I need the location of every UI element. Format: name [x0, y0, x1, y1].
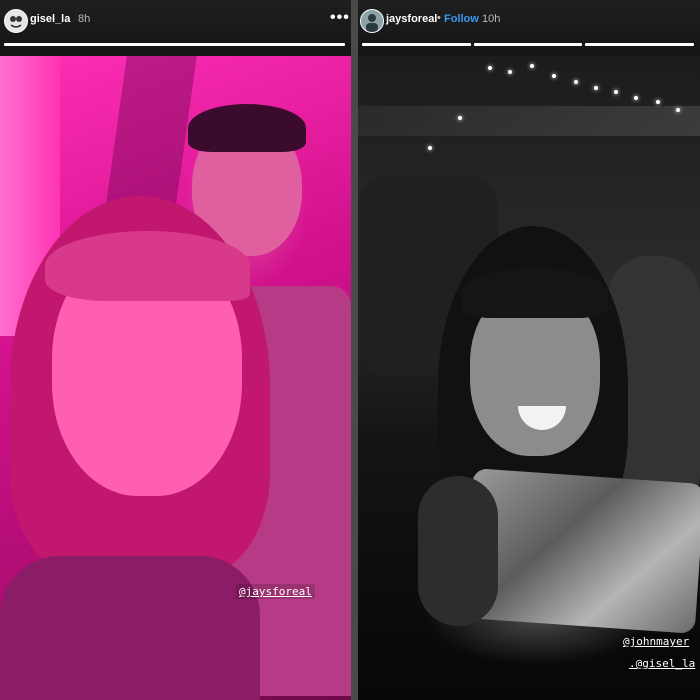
story-photo[interactable]: @jaysforeal	[0, 56, 351, 700]
story-right[interactable]: jaysforeal • Follow 10h @johnmayer .@gis…	[358, 0, 700, 700]
phone-case	[463, 468, 700, 634]
woman-top	[0, 556, 260, 700]
stage-light	[552, 74, 556, 78]
mention-tag[interactable]: @jaysforeal	[236, 584, 315, 599]
timestamp: 8h	[78, 13, 91, 25]
stage-light	[508, 70, 512, 74]
stage-light	[656, 100, 660, 104]
avatar[interactable]	[360, 9, 384, 33]
username[interactable]: gisel_la	[30, 13, 70, 25]
balcony-railing	[358, 106, 700, 136]
story-header: jaysforeal • Follow 10h	[358, 0, 700, 56]
story-left[interactable]: gisel_la 8h ••• @jaysforeal	[0, 0, 351, 700]
separator-dot: •	[437, 12, 441, 24]
more-icon[interactable]: •••	[330, 9, 350, 27]
man-hair	[188, 104, 306, 152]
timestamp: 10h	[482, 13, 501, 25]
username[interactable]: jaysforeal	[386, 13, 437, 25]
mention-tag[interactable]: .@gisel_la	[626, 656, 699, 671]
hand	[418, 476, 498, 626]
progress-segment	[585, 43, 695, 46]
progress-segment	[362, 43, 471, 46]
progress-segment	[473, 43, 583, 46]
stage-light	[634, 96, 638, 100]
progress-segment	[4, 43, 345, 46]
stage-light	[428, 146, 432, 150]
mention-tag[interactable]: @johnmayer	[620, 634, 693, 649]
story-progress-bar	[4, 43, 345, 46]
woman-bangs	[462, 268, 608, 318]
story-photo[interactable]: @johnmayer .@gisel_la	[358, 56, 700, 700]
stage-light	[530, 64, 534, 68]
stage-light	[488, 66, 492, 70]
woman-bangs	[45, 231, 250, 301]
stage-light	[574, 80, 578, 84]
avatar[interactable]	[4, 9, 28, 33]
follow-button[interactable]: Follow	[444, 13, 479, 25]
story-progress-bar	[362, 43, 695, 46]
stage-light	[614, 90, 618, 94]
story-divider	[351, 0, 358, 700]
stage-light	[594, 86, 598, 90]
story-header: gisel_la 8h •••	[0, 0, 351, 56]
